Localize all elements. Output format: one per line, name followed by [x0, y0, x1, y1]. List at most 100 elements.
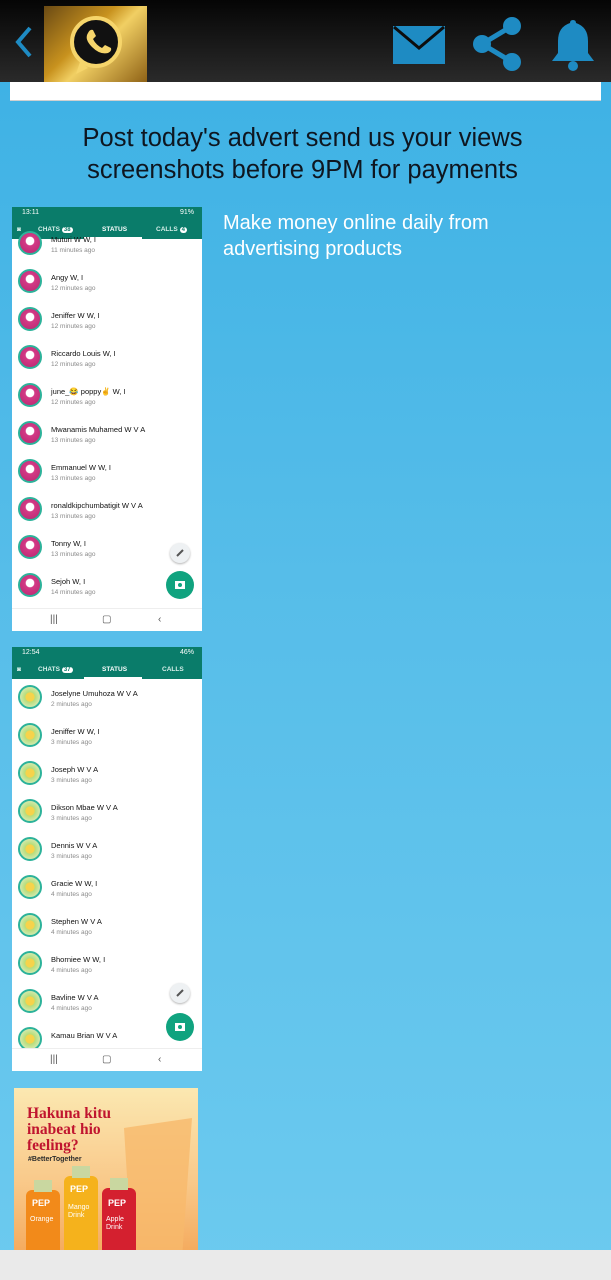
avatar	[18, 231, 42, 255]
phone-time: 13:11	[22, 209, 39, 216]
back-icon[interactable]: ‹	[158, 614, 161, 625]
promo-text: Make money online daily from advertising…	[223, 212, 489, 260]
status-row[interactable]: Stephen W V A 4 minutes ago	[12, 907, 202, 945]
app-bar	[0, 0, 611, 82]
status-screenshot-1: 13:11 91% ◙ CHATS 38 STATUS CALLS 4 Muturi…	[12, 207, 202, 631]
juice-bottles-illustration	[26, 1118, 192, 1258]
status-time: 3 minutes ago	[51, 853, 92, 860]
status-row[interactable]: Emmanuel W W, I 13 minutes ago	[12, 453, 202, 491]
contact-name: Bavline W V A	[51, 993, 99, 1002]
home-icon[interactable]: ▢	[102, 614, 111, 625]
status-time: 4 minutes ago	[51, 891, 92, 898]
status-row[interactable]: Angy W, I 12 minutes ago	[12, 263, 202, 301]
share-icon[interactable]	[470, 16, 524, 72]
pep-juice-ad[interactable]: Hakuna kitu inabeat hio feeling? #Better…	[14, 1088, 198, 1258]
status-time: 14 minutes ago	[51, 589, 96, 596]
avatar	[18, 837, 42, 861]
contact-name: Bhorniee W W, I	[51, 955, 106, 964]
status-time: 4 minutes ago	[51, 1005, 92, 1012]
status-time: 3 minutes ago	[51, 777, 92, 784]
status-time: 4 minutes ago	[51, 967, 92, 974]
recents-icon[interactable]: |||	[50, 614, 58, 625]
avatar	[18, 761, 42, 785]
avatar	[18, 723, 42, 747]
contact-name: Joseph W V A	[51, 765, 99, 774]
status-time: 12 minutes ago	[51, 399, 96, 406]
status-time: 13 minutes ago	[51, 513, 96, 520]
contact-name: Emmanuel W W, I	[51, 463, 112, 472]
contact-name: Kamau Brian W V A	[51, 1031, 118, 1040]
avatar	[18, 685, 42, 709]
avatar	[18, 989, 42, 1013]
contact-name: Angy W, I	[51, 273, 84, 282]
status-row[interactable]: june_😂 poppy✌ W, I 12 minutes ago	[12, 377, 202, 415]
avatar	[18, 269, 42, 293]
avatar	[18, 345, 42, 369]
avatar	[18, 497, 42, 521]
bell-icon[interactable]	[550, 16, 596, 72]
bottle-brand-label: PEP	[32, 1198, 51, 1208]
recents-icon[interactable]: |||	[50, 1054, 58, 1065]
status-row[interactable]: ronaldkipchumbatigit W V A 13 minutes ago	[12, 491, 202, 529]
avatar	[18, 799, 42, 823]
status-time: 12 minutes ago	[51, 323, 96, 330]
contact-name: Riccardo Louis W, I	[51, 349, 116, 358]
avatar	[18, 951, 42, 975]
status-row[interactable]: Jeniffer W W, I 12 minutes ago	[12, 301, 202, 339]
status-row[interactable]: Bhorniee W W, I 4 minutes ago	[12, 945, 202, 983]
status-row[interactable]: Jeniffer W W, I 3 minutes ago	[12, 717, 202, 755]
battery-level: 46%	[179, 649, 194, 656]
contact-name: Dennis W V A	[51, 841, 98, 850]
bottle-flavor-label: Mango Drink	[68, 1204, 90, 1219]
tab-chats[interactable]: CHATS 37	[38, 666, 73, 673]
pencil-icon	[176, 549, 184, 557]
pencil-fab[interactable]	[170, 543, 190, 563]
camera-fab[interactable]	[166, 1013, 194, 1041]
back-icon[interactable]: ‹	[158, 1054, 161, 1065]
status-time: 2 minutes ago	[51, 701, 92, 708]
status-time: 13 minutes ago	[51, 437, 96, 444]
tab-calls[interactable]: CALLS	[162, 666, 184, 673]
status-row[interactable]: Mwanamis Muhamed W V A 13 minutes ago	[12, 415, 202, 453]
tab-status[interactable]: STATUS	[102, 666, 127, 673]
status-row[interactable]: Dennis W V A 3 minutes ago	[12, 831, 202, 869]
phone-status-bar: 13:11 91%	[12, 207, 202, 220]
camera-icon	[175, 1023, 185, 1031]
status-time: 11 minutes ago	[51, 247, 95, 254]
status-time: 12 minutes ago	[51, 361, 96, 368]
status-time: 3 minutes ago	[51, 815, 92, 822]
bottle-flavor-label: Orange	[30, 1216, 54, 1223]
home-icon[interactable]: ▢	[102, 1054, 111, 1065]
contact-name: Jeniffer W W, I	[51, 727, 100, 736]
whatsapp-gold-logo[interactable]	[44, 6, 147, 82]
status-row[interactable]: Joseph W V A 3 minutes ago	[12, 755, 202, 793]
avatar	[18, 307, 42, 331]
avatar	[18, 421, 42, 445]
camera-fab[interactable]	[166, 571, 194, 599]
contact-name: Muturi W W, I	[51, 235, 96, 244]
status-row[interactable]: Joselyne Umuhoza W V A 2 minutes ago	[12, 679, 202, 717]
status-screenshot-2: 12:54 46% ◙ CHATS 37 STATUS CALLS Joselyn…	[12, 647, 202, 1071]
avatar	[18, 573, 42, 597]
pencil-icon	[176, 989, 184, 997]
contact-name: Mwanamis Muhamed W V A	[51, 425, 146, 434]
avatar	[18, 535, 42, 559]
camera-icon[interactable]: ◙	[17, 666, 21, 673]
status-row[interactable]: Dikson Mbae W V A 3 minutes ago	[12, 793, 202, 831]
pencil-fab[interactable]	[170, 983, 190, 1003]
mail-icon[interactable]	[392, 24, 446, 66]
status-time: 3 minutes ago	[51, 739, 92, 746]
page-headline: Post today's advert send us your views s…	[82, 124, 523, 184]
contact-name: Gracie W W, I	[51, 879, 98, 888]
avatar	[18, 459, 42, 483]
status-row[interactable]: Muturi W W, I 11 minutes ago	[12, 225, 202, 263]
whatsapp-tabs: ◙ CHATS 37 STATUS CALLS	[12, 660, 202, 679]
avatar	[18, 875, 42, 899]
status-row[interactable]: Riccardo Louis W, I 12 minutes ago	[12, 339, 202, 377]
chevron-left-icon[interactable]	[8, 22, 38, 62]
status-time: 12 minutes ago	[51, 285, 96, 292]
status-row[interactable]: Gracie W W, I 4 minutes ago	[12, 869, 202, 907]
contact-name: Sejoh W, I	[51, 577, 86, 586]
android-nav-bar: ||| ▢ ‹	[12, 608, 202, 631]
contact-name: Stephen W V A	[51, 917, 102, 926]
